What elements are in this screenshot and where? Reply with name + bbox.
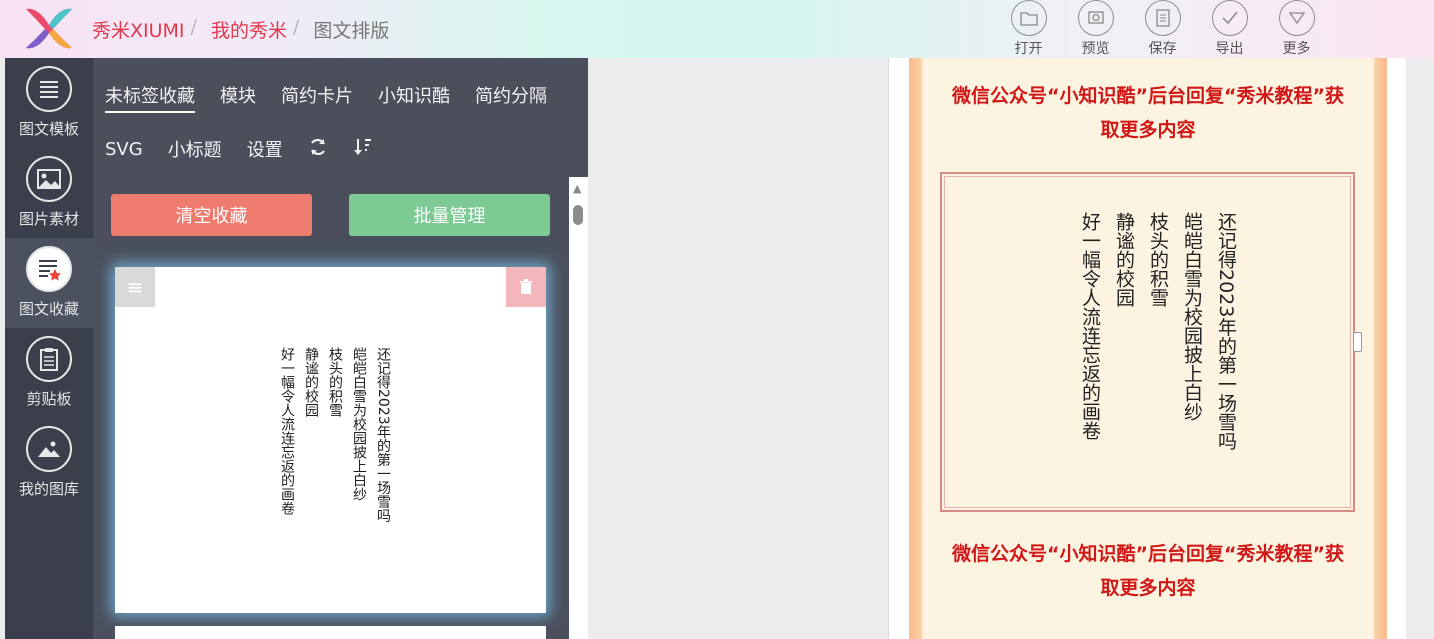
promo-line: 微信公众号“小知识酷”后台回复“秀米教程”获 — [952, 85, 1344, 107]
clipboard-icon — [26, 336, 72, 382]
sort-icon[interactable] — [353, 137, 375, 162]
sidebar-item-label: 我的图库 — [18, 480, 79, 498]
panel-scrollbar[interactable]: ▲ — [569, 177, 588, 639]
sidebar-item-gallery[interactable]: 我的图库 — [5, 418, 93, 508]
poem-line: 好一幅令人流连忘返的画卷 — [279, 347, 295, 515]
more-button[interactable]: 更多 — [1263, 0, 1330, 58]
tab-row-secondary: SVG 小标题 设置 — [105, 136, 375, 162]
more-label: 更多 — [1282, 41, 1311, 57]
check-icon — [1211, 0, 1248, 36]
poem-box[interactable]: 还记得2023年的第一场雪吗 皑皑白雪为校园披上白纱 枝头的积雪 静谧的校园 好… — [940, 172, 1355, 512]
poem-line: 静谧的校园 — [303, 347, 319, 417]
promo-line: 微信公众号“小知识酷”后台回复“秀米教程”获 — [952, 543, 1344, 565]
poem-line: 好一幅令人流连忘返的画卷 — [1079, 212, 1101, 440]
toolbar: 打开 预览 保存 导出 更多 — [995, 0, 1330, 58]
tab-simple-divider[interactable]: 简约分隔 — [475, 82, 547, 113]
breadcrumb-separator: / — [292, 16, 300, 38]
refresh-icon[interactable] — [308, 137, 328, 162]
promo-text-bottom: 微信公众号“小知识酷”后台回复“秀米教程”获 取更多内容 — [935, 537, 1361, 605]
trash-icon[interactable] — [506, 267, 546, 307]
image-icon — [26, 156, 72, 202]
open-button[interactable]: 打开 — [995, 0, 1062, 58]
sidebar-item-images[interactable]: 图片素材 — [5, 148, 93, 238]
chevron-down-icon — [1278, 0, 1315, 36]
tab-settings[interactable]: 设置 — [247, 136, 283, 162]
scroll-up-icon[interactable]: ▲ — [573, 182, 581, 195]
breadcrumb-brand[interactable]: 秀米XIUMI — [92, 16, 185, 43]
breadcrumb-separator: / — [190, 16, 197, 38]
promo-line: 取更多内容 — [1100, 577, 1196, 599]
clear-favorites-button[interactable]: 清空收藏 — [111, 194, 312, 236]
resize-handle[interactable] — [1353, 332, 1362, 352]
promo-text-top: 微信公众号“小知识酷”后台回复“秀米教程”获 取更多内容 — [935, 79, 1361, 147]
tab-subtitle[interactable]: 小标题 — [168, 136, 222, 162]
tab-simple-card[interactable]: 简约卡片 — [281, 82, 353, 113]
tab-svg[interactable]: SVG — [105, 139, 143, 160]
preview-label: 预览 — [1081, 41, 1110, 57]
export-button[interactable]: 导出 — [1196, 0, 1263, 58]
xiumi-logo[interactable] — [22, 3, 76, 53]
promo-line: 取更多内容 — [1100, 119, 1196, 141]
tab-modules[interactable]: 模块 — [220, 82, 256, 113]
open-label: 打开 — [1014, 41, 1043, 57]
gallery-icon — [26, 426, 72, 472]
preview-icon — [1077, 0, 1114, 36]
favorite-card[interactable]: ≡ 还记得2023年的第一场雪吗 皑皑白雪为校园披上白纱 枝头的积雪 静谧的校园… — [115, 267, 546, 613]
preview-poem-text: 还记得2023年的第一场雪吗 皑皑白雪为校园披上白纱 枝头的积雪 静谧的校园 好… — [1073, 212, 1243, 472]
list-icon — [26, 66, 72, 112]
folder-icon — [1010, 0, 1047, 36]
tab-xiaozhishiku[interactable]: 小知识酷 — [378, 82, 450, 113]
batch-manage-button[interactable]: 批量管理 — [349, 194, 550, 236]
left-sidebar: 图文模板 图片素材 图文收藏 剪贴板 我的图库 — [5, 58, 93, 639]
poem-line: 还记得2023年的第一场雪吗 — [1215, 212, 1237, 451]
card-poem-text: 还记得2023年的第一场雪吗 皑皑白雪为校园披上白纱 枝头的积雪 静谧的校园 好… — [275, 347, 395, 537]
top-bar: 秀米XIUMI / 我的秀米 / 图文排版 打开 预览 保存 导出 更多 — [0, 0, 1434, 58]
sidebar-item-label: 图文模板 — [18, 120, 79, 138]
tab-row-primary: 未标签收藏 模块 简约卡片 小知识酷 简约分隔 — [105, 82, 547, 113]
poem-line: 皑皑白雪为校园披上白纱 — [1181, 212, 1203, 421]
sidebar-item-favorites[interactable]: 图文收藏 — [5, 238, 93, 328]
poem-line: 枝头的积雪 — [1147, 212, 1169, 307]
save-icon — [1144, 0, 1181, 36]
star-list-icon — [26, 246, 72, 292]
poem-line: 皑皑白雪为校园披上白纱 — [351, 347, 367, 501]
sidebar-item-label: 剪贴板 — [26, 390, 72, 408]
export-label: 导出 — [1215, 41, 1244, 57]
scroll-thumb[interactable] — [573, 205, 583, 225]
drag-handle-icon[interactable]: ≡ — [115, 267, 155, 307]
save-button[interactable]: 保存 — [1129, 0, 1196, 58]
sidebar-item-label: 图文收藏 — [18, 300, 79, 318]
poem-line: 枝头的积雪 — [327, 347, 343, 417]
preview-button[interactable]: 预览 — [1062, 0, 1129, 58]
save-label: 保存 — [1148, 41, 1177, 57]
breadcrumb-mine[interactable]: 我的秀米 — [211, 16, 287, 43]
sidebar-item-clipboard[interactable]: 剪贴板 — [5, 328, 93, 418]
sidebar-item-templates[interactable]: 图文模板 — [5, 58, 93, 148]
poem-line: 静谧的校园 — [1113, 212, 1135, 307]
favorites-panel: 未标签收藏 模块 简约卡片 小知识酷 简约分隔 SVG 小标题 设置 清空收藏 … — [93, 58, 588, 639]
breadcrumb-current: 图文排版 — [313, 20, 390, 42]
favorite-card[interactable] — [115, 626, 546, 639]
tab-untagged[interactable]: 未标签收藏 — [105, 82, 195, 113]
poem-line: 还记得2023年的第一场雪吗 — [375, 347, 391, 523]
breadcrumb: 秀米XIUMI / 我的秀米 / 图文排版 — [92, 16, 389, 43]
sidebar-item-label: 图片素材 — [18, 210, 79, 228]
